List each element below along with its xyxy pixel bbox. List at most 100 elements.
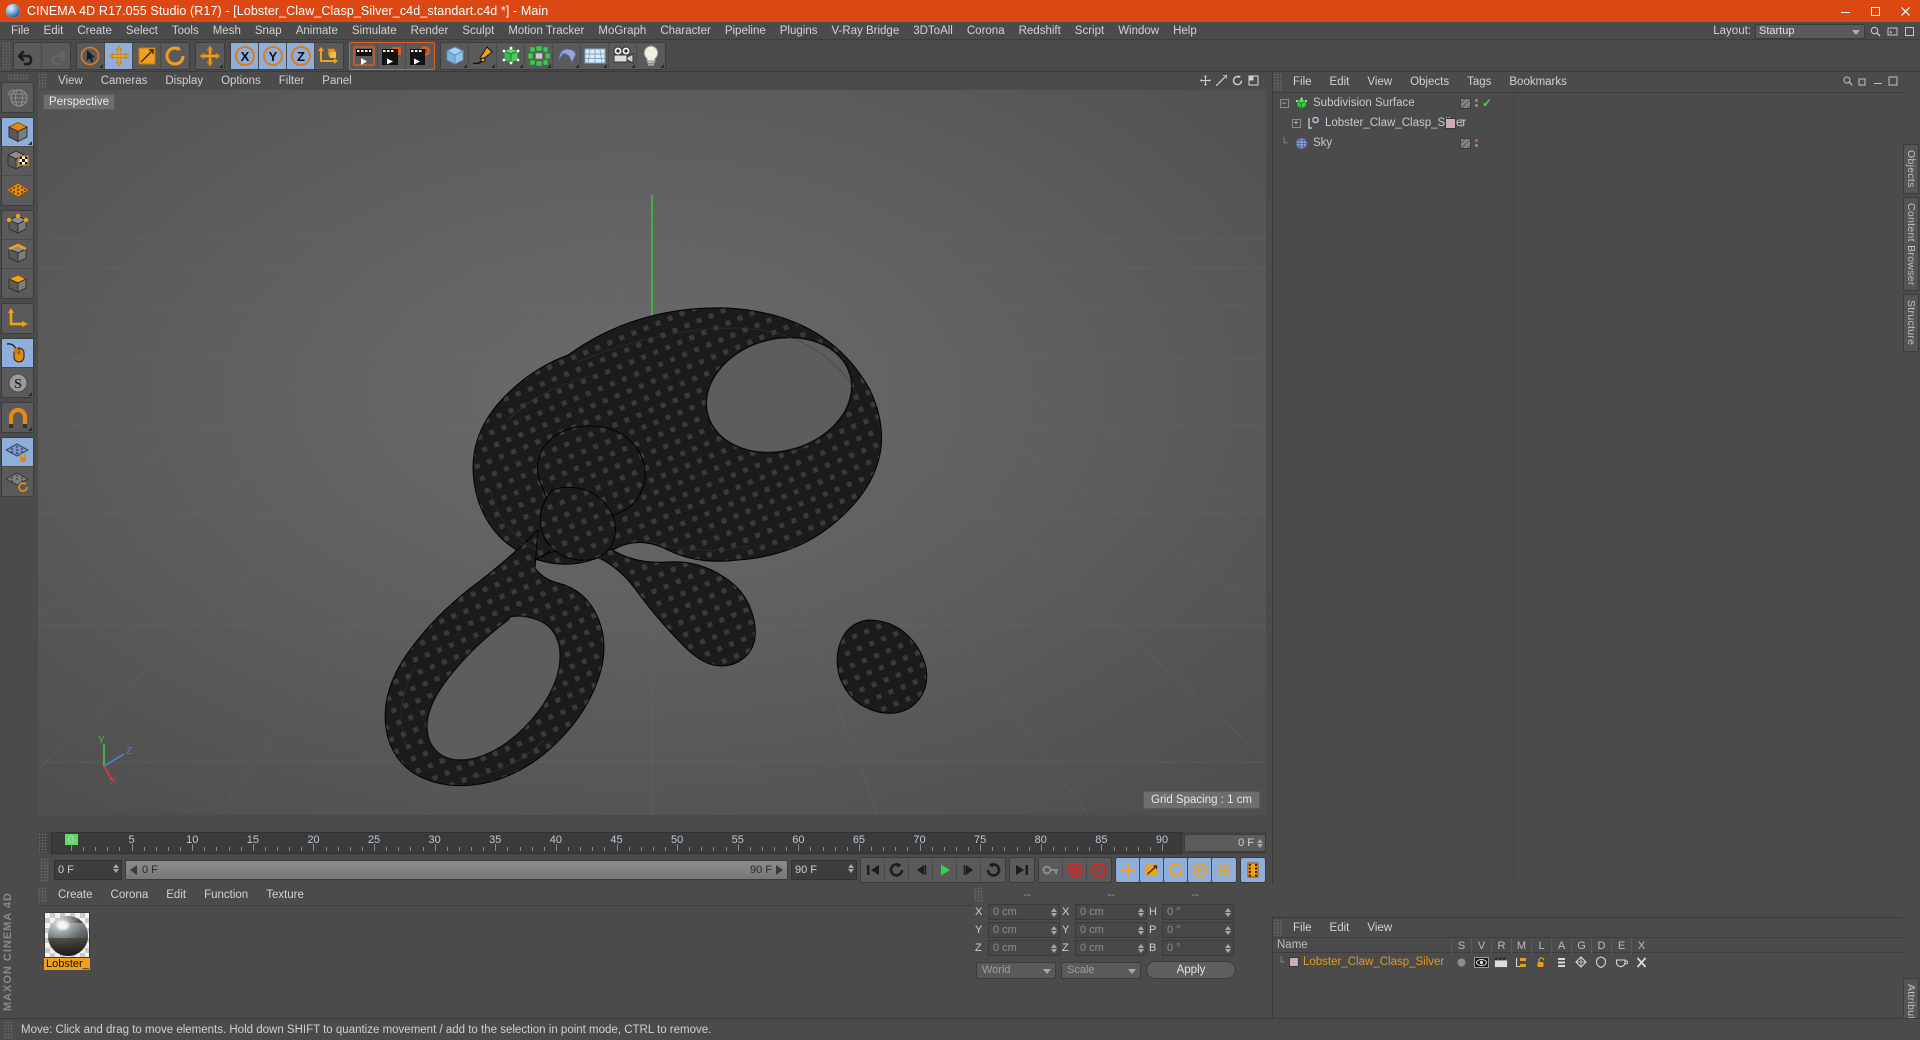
layer-column-d[interactable]: D	[1591, 938, 1611, 954]
layer-column-g[interactable]: G	[1571, 938, 1591, 954]
points-mode-button[interactable]	[2, 211, 33, 240]
manager-tree-icon[interactable]	[1511, 953, 1531, 971]
preview-range-slider[interactable]: 0 F 90 F	[125, 860, 788, 880]
range-start-handle-icon[interactable]	[130, 865, 137, 875]
viewport-grip[interactable]	[38, 73, 47, 89]
layer-column-e[interactable]: E	[1611, 938, 1631, 954]
world-object-coordinates[interactable]	[315, 43, 343, 69]
pla-key-button[interactable]	[1212, 858, 1236, 882]
size-z-field[interactable]: 0 cm	[1075, 940, 1147, 956]
viewport-canvas[interactable]: Y Z X Y Z X	[38, 90, 1266, 815]
visibility-dots[interactable]	[1460, 119, 1463, 127]
menu-script[interactable]: Script	[1068, 22, 1111, 40]
add-spline-button[interactable]	[469, 42, 497, 69]
status-bar-grip[interactable]	[4, 1020, 13, 1039]
render-to-picture-viewer-button[interactable]	[378, 42, 406, 69]
tool-options-corner[interactable]	[660, 63, 664, 68]
size-y-field[interactable]: 0 cm	[1075, 922, 1147, 938]
record-active-objects-button[interactable]	[1039, 858, 1063, 882]
range-end-handle-icon[interactable]	[776, 865, 783, 875]
lock-z-axis[interactable]: Z	[287, 42, 315, 69]
tool-options-corner[interactable]	[28, 392, 32, 396]
undo-view-button[interactable]	[2, 83, 33, 112]
move-view-icon[interactable]	[1199, 74, 1212, 87]
tool-options-corner[interactable]	[631, 63, 635, 68]
tool-options-corner[interactable]	[547, 63, 551, 68]
om-menu-bookmarks[interactable]: Bookmarks	[1500, 73, 1576, 91]
tool-options-corner[interactable]	[28, 427, 32, 431]
menu-mograph[interactable]: MoGraph	[591, 22, 653, 40]
expression-cup-icon[interactable]	[1611, 953, 1631, 971]
coordinates-grip[interactable]	[974, 887, 983, 902]
material-swatch-area[interactable]: Lobster_	[38, 905, 998, 1006]
animation-bars-icon[interactable]	[1551, 953, 1571, 971]
menu-render[interactable]: Render	[404, 22, 456, 40]
menu-mesh[interactable]: Mesh	[206, 22, 248, 40]
keyframe-selection-button[interactable]: ?	[1087, 858, 1111, 882]
scale-key-button[interactable]	[1140, 858, 1164, 882]
viewport-solo-button[interactable]	[2, 339, 33, 368]
menu-sculpt[interactable]: Sculpt	[455, 22, 501, 40]
maximize-icon[interactable]	[1860, 0, 1890, 22]
minimize-icon[interactable]	[1830, 0, 1860, 22]
viewport-menu-panel[interactable]: Panel	[313, 72, 360, 90]
menu-window[interactable]: Window	[1111, 22, 1166, 40]
enable-axis-button[interactable]	[2, 304, 33, 333]
toolbar-grip[interactable]	[2, 41, 11, 70]
tool-options-corner[interactable]	[575, 63, 579, 68]
menu-plugins[interactable]: Plugins	[773, 22, 825, 40]
move-tool-alt[interactable]	[196, 43, 224, 69]
lm-menu-edit[interactable]: Edit	[1321, 919, 1359, 937]
menu-create[interactable]: Create	[70, 22, 119, 40]
edge-tab-structure[interactable]: Structure	[1903, 294, 1919, 352]
generator-icon[interactable]	[1571, 953, 1591, 971]
max-frames-field[interactable]: 90 F	[791, 860, 857, 880]
menu-edit[interactable]: Edit	[37, 22, 71, 40]
layer-row[interactable]: └ Lobster_Claw_Clasp_Silver	[1273, 953, 1902, 971]
play-loop-button[interactable]	[981, 858, 1005, 882]
texture-mode-button[interactable]	[2, 176, 33, 205]
visibility-dots[interactable]	[1475, 139, 1478, 147]
menu-simulate[interactable]: Simulate	[345, 22, 404, 40]
tool-options-corner[interactable]	[519, 63, 523, 68]
rotate-tool[interactable]	[161, 43, 189, 69]
planar-workplane-button[interactable]	[2, 467, 33, 496]
pos-z-field[interactable]: 0 cm	[988, 940, 1060, 956]
material-swatch[interactable]: Lobster_	[44, 912, 90, 970]
layout-dropdown[interactable]: Startup	[1755, 23, 1865, 39]
tool-options-corner[interactable]	[99, 63, 103, 68]
position-key-button[interactable]	[1116, 858, 1140, 882]
go-to-end-button[interactable]	[1010, 858, 1034, 882]
material-menu-edit[interactable]: Edit	[157, 886, 195, 904]
render-settings-button[interactable]	[406, 43, 434, 69]
material-grip[interactable]	[38, 887, 47, 903]
render-view-button[interactable]	[350, 42, 378, 69]
tag-hatch-icon[interactable]	[1460, 97, 1471, 109]
tool-options-corner[interactable]	[603, 63, 607, 68]
redo-button[interactable]	[42, 43, 70, 69]
scale-view-icon[interactable]	[1215, 74, 1228, 87]
make-editable-button[interactable]	[2, 118, 33, 147]
left-toolbar-grip[interactable]	[6, 74, 29, 80]
expander-plus-icon[interactable]: +	[1289, 118, 1303, 128]
layer-manager-grip[interactable]	[1273, 919, 1282, 936]
lock-y-axis[interactable]: Y	[259, 42, 287, 69]
menu-corona[interactable]: Corona	[960, 22, 1012, 40]
scale-tool[interactable]	[133, 42, 161, 69]
layer-column-s[interactable]: S	[1451, 938, 1471, 954]
timeline-current-frame-display[interactable]: 0 F	[1184, 834, 1266, 852]
lock-workplane-button[interactable]	[2, 438, 33, 467]
add-mograph-button[interactable]	[525, 42, 553, 69]
add-deformer-button[interactable]	[553, 42, 581, 69]
window-maximize-icon[interactable]	[1887, 75, 1899, 87]
om-menu-objects[interactable]: Objects	[1401, 73, 1458, 91]
coordinate-system-dropdown[interactable]: World	[976, 961, 1056, 979]
edge-tab-objects[interactable]: Objects	[1903, 144, 1919, 194]
viewport-menu-options[interactable]: Options	[212, 72, 270, 90]
om-menu-edit[interactable]: Edit	[1321, 73, 1359, 91]
menu-motion-tracker[interactable]: Motion Tracker	[501, 22, 591, 40]
size-x-field[interactable]: 0 cm	[1075, 904, 1147, 920]
lm-menu-view[interactable]: View	[1358, 919, 1401, 937]
pos-x-field[interactable]: 0 cm	[988, 904, 1060, 920]
om-menu-file[interactable]: File	[1284, 73, 1321, 91]
